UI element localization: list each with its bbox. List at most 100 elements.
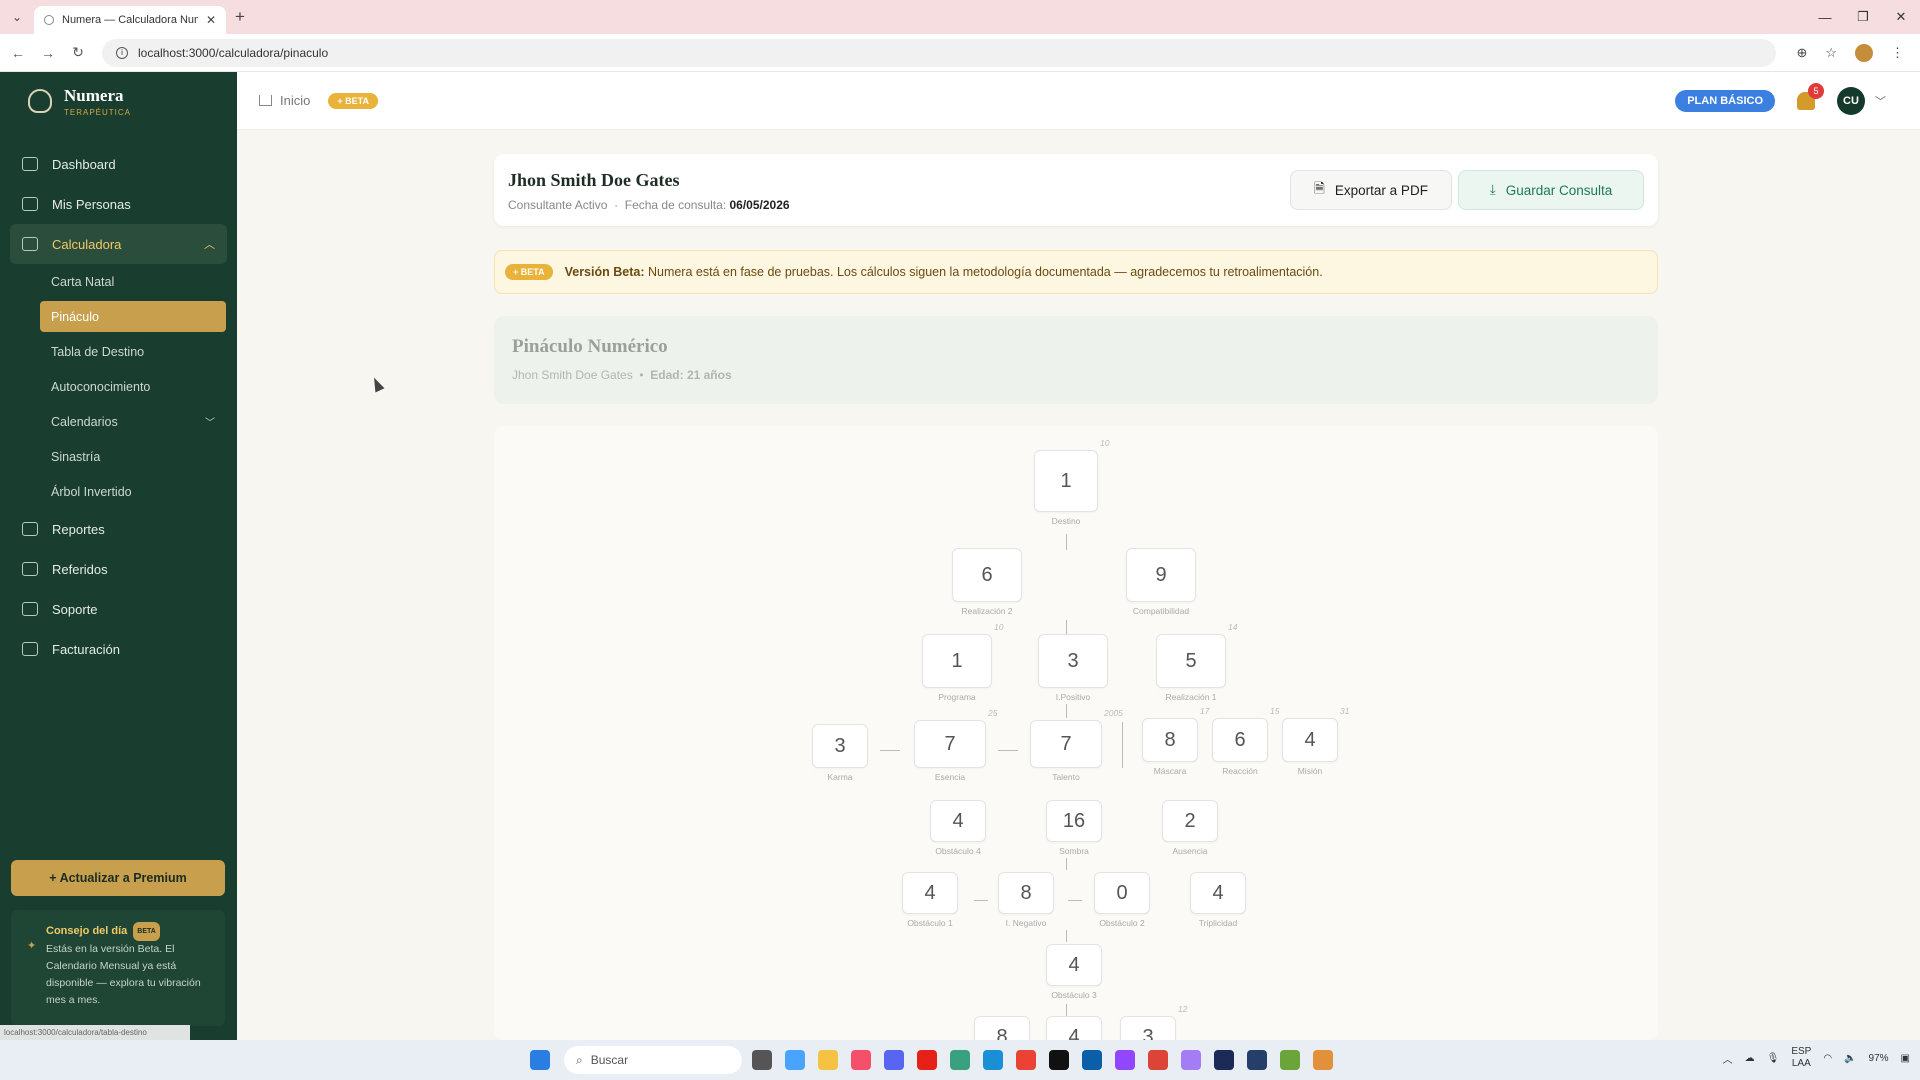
zoom-icon[interactable]: ⊕ [1796,45,1807,61]
close-tab-icon[interactable]: ✕ [206,13,216,27]
app-icon[interactable] [1115,1050,1135,1070]
battery-level[interactable]: 97% [1869,1053,1889,1064]
site-info-icon[interactable]: i [116,46,128,59]
sidebar-sub-carta-natal[interactable]: Carta Natal [0,264,237,299]
sidebar-sub-pinaculo[interactable]: Pináculo [40,301,226,332]
tab-search-icon[interactable]: ⌄ [0,0,34,34]
sidebar-sub-calendarios[interactable]: Calendarios ﹀ [0,404,237,439]
chrome-profile-icon[interactable] [1148,1050,1168,1070]
folder-icon[interactable] [818,1050,838,1070]
bookmark-star-icon[interactable]: ☆ [1825,45,1837,61]
new-tab-icon[interactable]: + [226,7,254,27]
tiktok-icon[interactable] [1049,1050,1069,1070]
pinaculo-node-sombra[interactable]: 16 [1046,800,1102,842]
chevron-down-icon: ﹀ [205,418,215,429]
app-icon[interactable] [1247,1050,1267,1070]
volume-icon[interactable]: 🔈 [1844,1053,1856,1064]
chrome-active-icon[interactable] [1313,1050,1333,1070]
taskbar-search[interactable]: ⌕ Buscar [564,1046,742,1074]
connector-line [880,750,900,751]
sidebar-item-dashboard[interactable]: Dashboard [0,144,237,184]
url-input[interactable]: i localhost:3000/calculadora/pinaculo [102,38,1777,67]
pinaculo-node-ausencia[interactable]: 2 [1162,800,1218,842]
sidebar-item-calculadora[interactable]: Calculadora ︿ [10,224,227,264]
browser-tab-title: Numera — Calculadora Numer [62,14,198,26]
pinaculo-label-karma: Karma [827,772,853,782]
mic-icon[interactable]: 🎙 [1767,1053,1780,1064]
minimize-icon[interactable]: — [1806,0,1844,34]
pinaculo-node-karma[interactable]: 3 [812,724,868,768]
back-icon[interactable]: ← [6,45,30,61]
sidebar-sub-autoconocimiento[interactable]: Autoconocimiento [0,369,237,404]
upgrade-premium-button[interactable]: + Actualizar a Premium [11,860,225,896]
pinaculo-index-destino: 10 [1100,438,1110,448]
windows-start-icon[interactable] [530,1050,550,1070]
pinaculo-node-triplicidad[interactable]: 4 [1190,872,1246,914]
pinaculo-node-talento[interactable]: 7 [1030,720,1102,768]
browser-menu-icon[interactable]: ⋮ [1891,45,1904,61]
pinaculo-node-mision[interactable]: 4 [1282,718,1338,762]
language-indicator[interactable]: ESP LAA [1791,1046,1811,1070]
sidebar-sub-arbol-invertido[interactable]: Árbol Invertido [0,474,237,509]
sidebar-item-referidos[interactable]: Referidos [0,549,237,589]
sidebar-item-reportes[interactable]: Reportes [0,509,237,549]
profile-avatar[interactable] [1855,43,1873,62]
store-icon[interactable] [1082,1050,1102,1070]
pinaculo-node-ipositivo[interactable]: 3 [1038,634,1108,688]
chrome-icon[interactable] [1016,1050,1036,1070]
pinaculo-node-obstaculo4[interactable]: 4 [930,800,986,842]
chevron-up-icon[interactable]: ︿ [1723,1051,1733,1066]
breadcrumb-inicio[interactable]: Inicio [280,93,310,108]
chevron-down-icon[interactable]: ﹀ [1875,93,1886,109]
pinaculo-node-obstaculo2[interactable]: 0 [1094,872,1150,914]
brand[interactable]: Numera TERAPÉUTICA [0,72,237,130]
user-avatar[interactable]: CU [1837,86,1865,115]
pinaculo-node-destino[interactable]: 1 [1034,450,1098,512]
pinaculo-node-realizacion1[interactable]: 5 [1156,634,1226,688]
export-pdf-button[interactable]: 🗎 Exportar a PDF [1290,170,1452,210]
discord-icon[interactable] [884,1050,904,1070]
cloud-icon[interactable]: ☁ [1745,1053,1755,1064]
search-icon: ⌕ [576,1052,583,1067]
task-view-icon[interactable] [752,1050,772,1070]
pdf-file-icon: 🗎 [1314,180,1325,196]
notifications-icon[interactable]: ▣ [1901,1053,1910,1064]
app-icon[interactable] [785,1050,805,1070]
plan-badge[interactable]: PLAN BÁSICO [1675,89,1775,112]
sidebar-item-facturacion[interactable]: Facturación [0,629,237,669]
pinaculo-node-inegativo[interactable]: 8 [998,872,1054,914]
app-icon[interactable] [1181,1050,1201,1070]
pinaculo-node-obstaculo1[interactable]: 4 [902,872,958,914]
save-consult-button[interactable]: ⤓ Guardar Consulta [1458,170,1644,210]
sidebar-sub-sinastria[interactable]: Sinastría [0,439,237,474]
pinaculo-node-reaccion[interactable]: 6 [1212,718,1268,762]
pinaculo-node-obstaculo3[interactable]: 4 [1046,944,1102,986]
sidebar-item-soporte[interactable]: Soporte [0,589,237,629]
app-icon[interactable] [1280,1050,1300,1070]
pinaculo-node-programa[interactable]: 1 [922,634,992,688]
pinaculo-node-realizacion2[interactable]: 6 [952,548,1022,602]
pinaculo-label-obstaculo3: Obstáculo 3 [1051,990,1097,1000]
close-window-icon[interactable]: ✕ [1882,0,1920,34]
reload-icon[interactable]: ↻ [66,44,90,61]
sidebar-sub-label: Calendarios [51,414,118,429]
edge-icon[interactable] [983,1050,1003,1070]
connector-line [1066,858,1067,870]
pinaculo-index-esencia: 25 [988,708,998,718]
restore-icon[interactable]: ❐ [1844,0,1882,34]
bell-icon[interactable]: 5 [1797,82,1824,110]
sidebar-sub-tabla-destino[interactable]: Tabla de Destino [0,334,237,369]
app-icon[interactable] [1214,1050,1234,1070]
pinaculo-label-sombra: Sombra [1059,846,1089,856]
music-icon[interactable] [851,1050,871,1070]
pinaculo-node-mascara[interactable]: 8 [1142,718,1198,762]
forward-icon[interactable]: → [36,45,60,61]
browser-tab[interactable]: Numera — Calculadora Numer ✕ [34,6,226,34]
breadcrumb: Inicio + BETA [259,92,378,109]
pinaculo-node-compatibilidad[interactable]: 9 [1126,548,1196,602]
sidebar-item-mis-personas[interactable]: Mis Personas [0,184,237,224]
youtube-icon[interactable] [917,1050,937,1070]
app-icon[interactable] [950,1050,970,1070]
pinaculo-node-esencia[interactable]: 7 [914,720,986,768]
wifi-icon[interactable]: ◠ [1823,1053,1832,1064]
